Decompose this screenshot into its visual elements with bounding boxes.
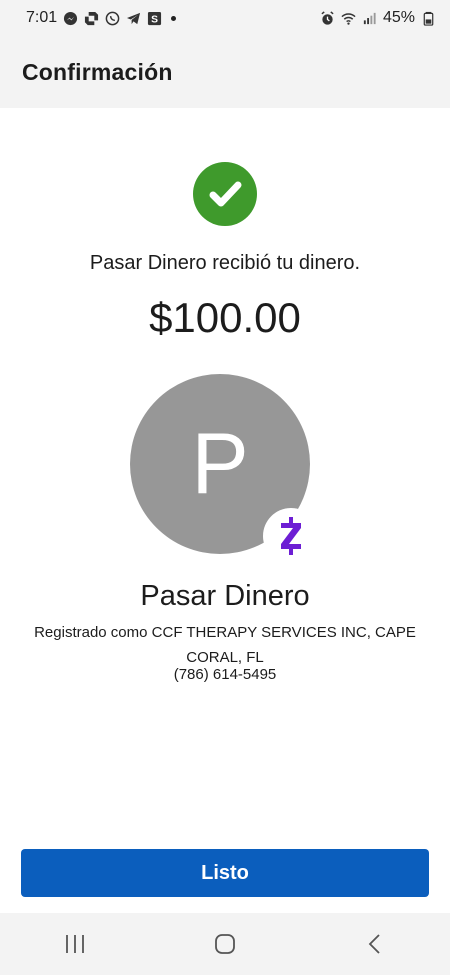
status-time: 7:01 <box>26 9 58 26</box>
app-header: Confirmación <box>0 36 450 108</box>
messenger-icon <box>62 10 78 26</box>
status-bar-left: 7:01 S <box>26 9 177 27</box>
battery-icon <box>420 10 436 26</box>
recipient-registered-as: Registrado como CCF THERAPY SERVICES INC… <box>34 624 416 666</box>
system-nav-bar <box>0 913 450 975</box>
recent-apps-icon[interactable] <box>45 924 105 964</box>
recipient-name: Pasar Dinero <box>140 580 310 612</box>
whatsapp-icon <box>104 10 120 26</box>
confirmation-content: Pasar Dinero recibió tu dinero. $100.00 … <box>0 108 450 913</box>
home-icon[interactable] <box>195 924 255 964</box>
telegram-icon <box>125 10 141 26</box>
recipient-phone: (786) 614-5495 <box>173 666 277 683</box>
status-bar: 7:01 S 45% <box>0 0 450 36</box>
wifi-icon <box>341 10 357 26</box>
signal-icon <box>362 10 378 26</box>
alarm-icon <box>320 10 336 26</box>
dot-icon <box>171 15 177 21</box>
s-app-icon: S <box>146 10 162 26</box>
avatar-letter: P <box>191 415 249 512</box>
page-title: Confirmación <box>22 58 173 85</box>
chase-icon <box>83 10 99 26</box>
amount-sent: $100.00 <box>149 294 301 341</box>
zelle-icon <box>263 508 319 564</box>
success-check-icon <box>193 162 257 226</box>
battery-percent: 45% <box>382 9 415 26</box>
back-icon[interactable] <box>345 924 405 964</box>
svg-text:S: S <box>151 14 158 25</box>
done-button[interactable]: Listo <box>21 849 429 897</box>
status-bar-right: 45% <box>320 9 436 27</box>
confirmation-message: Pasar Dinero recibió tu dinero. <box>89 252 361 274</box>
